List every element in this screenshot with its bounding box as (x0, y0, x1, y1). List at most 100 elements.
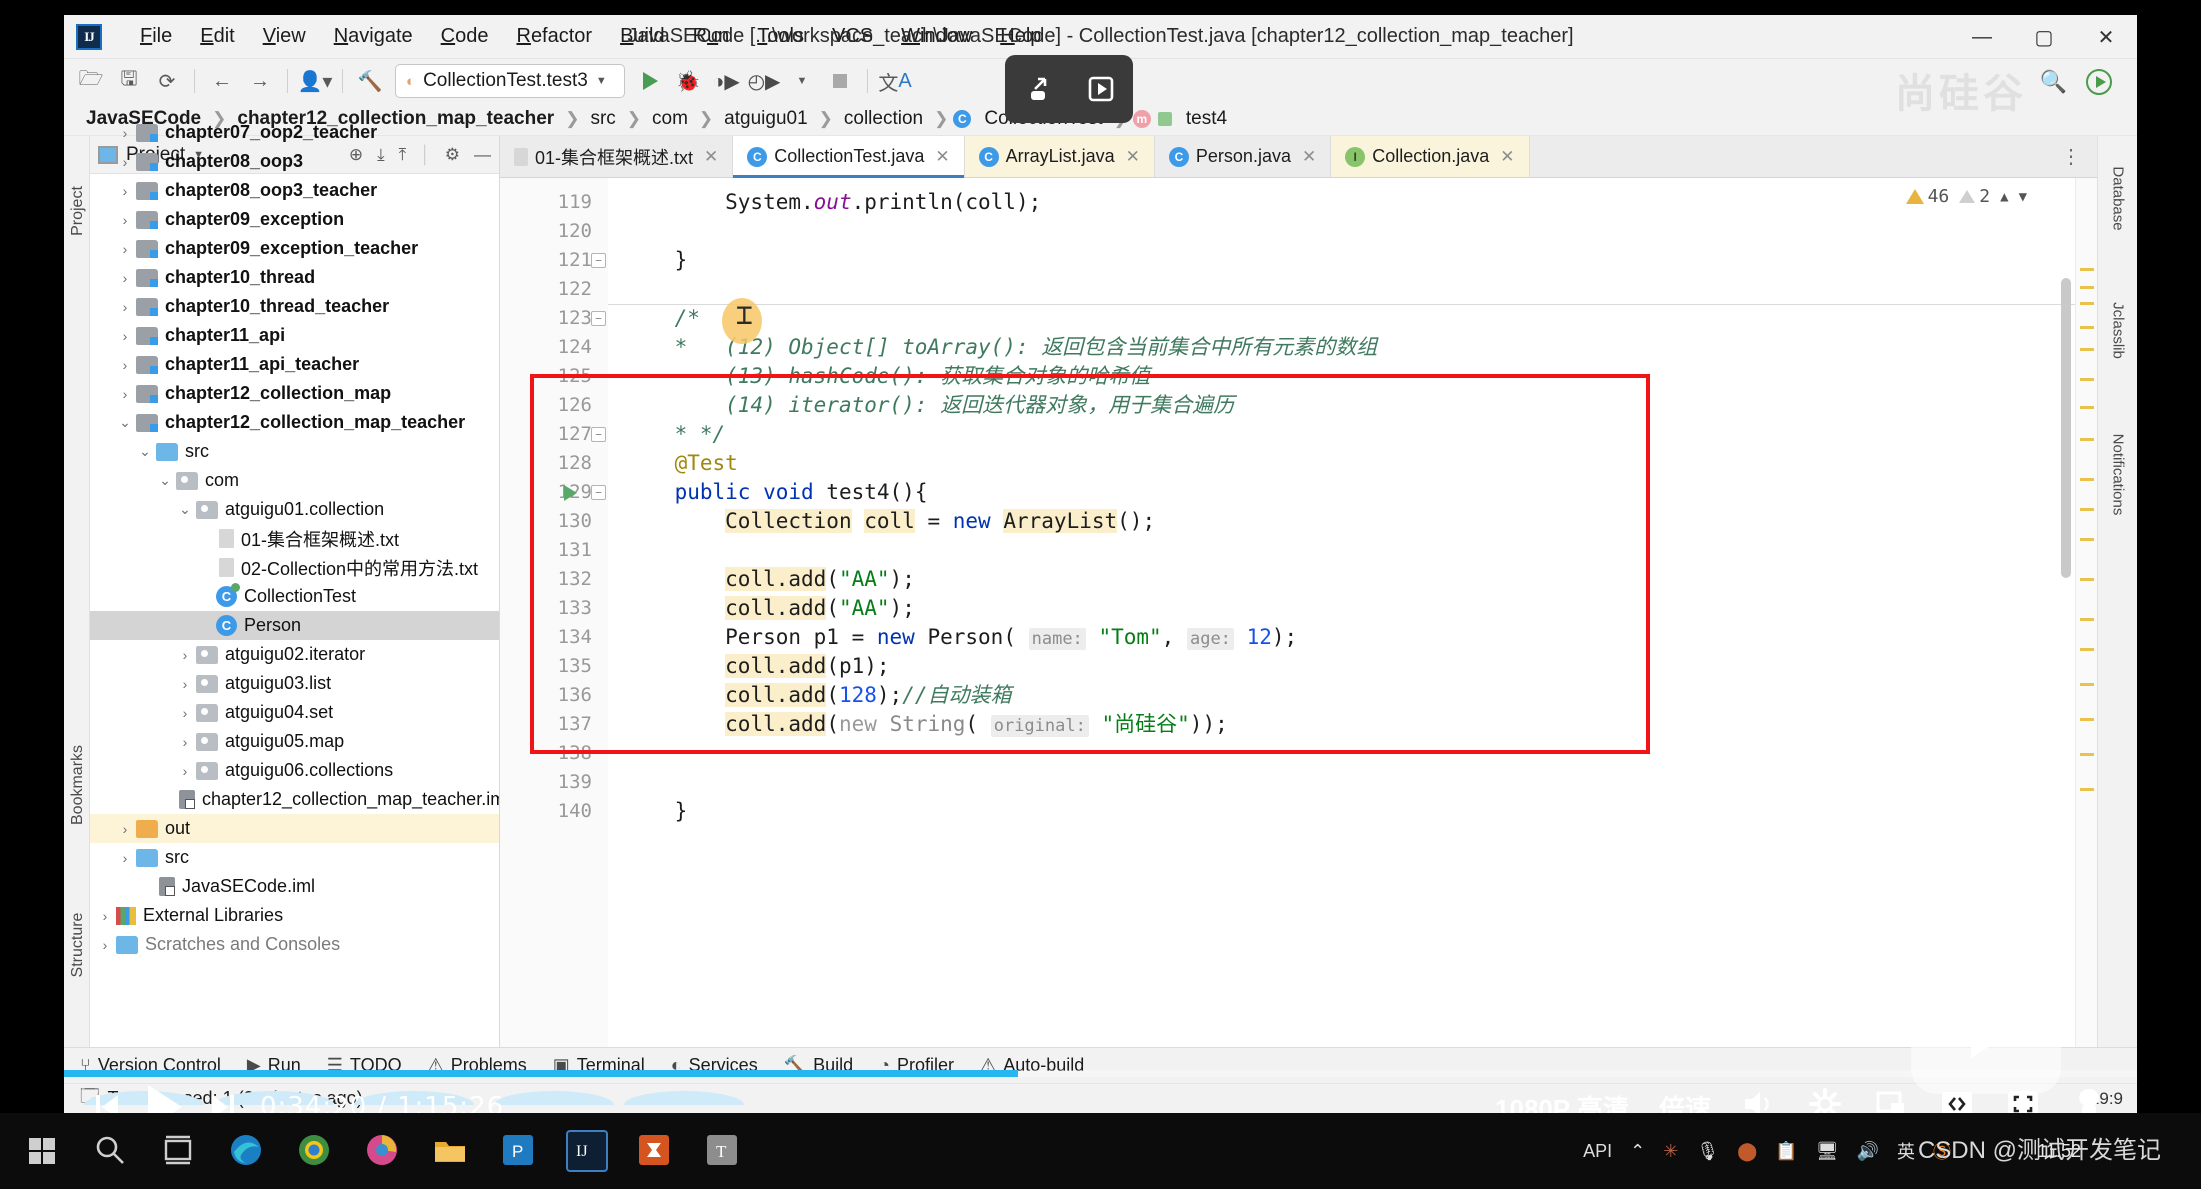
warning-count[interactable]: 46 (1905, 186, 1949, 207)
clipboard-icon[interactable]: 📋 (1775, 1141, 1797, 1162)
minimize-button[interactable]: — (1951, 15, 2013, 59)
chrome-icon[interactable] (294, 1130, 336, 1172)
close-icon[interactable]: ✕ (1126, 147, 1140, 167)
open-folder-icon[interactable]: 🗁 (72, 64, 110, 98)
menu-view[interactable]: View (249, 21, 320, 52)
menu-file[interactable]: File (126, 21, 186, 52)
chrome-canary-icon[interactable] (362, 1130, 404, 1172)
user-profile-icon[interactable]: 👤▾ (296, 64, 334, 98)
editor-code-column[interactable]: System.out.println(coll); } /* * (12) Ob… (608, 178, 2097, 1047)
tree-node[interactable]: ·C Person (90, 611, 499, 640)
code-line[interactable] (608, 739, 2097, 768)
tree-node[interactable]: › External Libraries (90, 901, 499, 930)
chevron-right-icon[interactable]: › (174, 647, 196, 663)
sync-icon[interactable]: ⟳ (148, 64, 186, 98)
close-icon[interactable]: ✕ (704, 147, 718, 167)
menu-run[interactable]: Run (679, 21, 744, 52)
chevron-right-icon[interactable]: › (114, 299, 136, 315)
code-line[interactable] (608, 217, 2097, 246)
editor-tab[interactable]: C ArrayList.java ✕ (964, 136, 1155, 177)
tree-node[interactable]: ⌄ atguigu01.collection (90, 495, 499, 524)
code-line[interactable]: coll.add("AA"); (608, 565, 2097, 594)
tree-node[interactable]: ⌄ src (90, 437, 499, 466)
code-line[interactable]: coll.add("AA"); (608, 594, 2097, 623)
code-line[interactable]: } (608, 797, 2097, 826)
tree-node[interactable]: › chapter11_api_teacher (90, 350, 499, 379)
tree-node[interactable]: · 01-集合框架概述.txt (90, 524, 499, 553)
editor-tab[interactable]: 01-集合框架概述.txt ✕ (500, 136, 734, 177)
code-line[interactable]: @Test (608, 449, 2097, 478)
tree-node[interactable]: › chapter09_exception_teacher (90, 234, 499, 263)
task-view-icon[interactable] (158, 1130, 200, 1172)
profile-icon[interactable]: ◴▶ (745, 64, 783, 98)
editor-tab[interactable]: I Collection.java ✕ (1331, 136, 1530, 177)
code-line[interactable]: (14) iterator(): 返回迭代器对象，用于集合遍历 (608, 391, 2097, 420)
rail-label-database[interactable]: Database (2110, 157, 2127, 241)
chevron-right-icon[interactable]: › (174, 734, 196, 750)
typora-icon[interactable]: T (702, 1130, 744, 1172)
run-configuration-selector[interactable]: ◐ CollectionTest.test3 ▼ (395, 64, 625, 98)
code-line[interactable]: coll.add(p1); (608, 652, 2097, 681)
tree-node[interactable]: › chapter08_oop3_teacher (90, 176, 499, 205)
code-line[interactable] (608, 768, 2097, 797)
tree-node[interactable]: › Scratches and Consoles (90, 930, 499, 959)
code-line[interactable]: /* (608, 304, 2097, 333)
tree-node[interactable]: › chapter09_exception (90, 205, 499, 234)
code-fold-icon[interactable]: − (591, 427, 606, 442)
inspection-widget[interactable]: 46 2 ▲ ▼ (1905, 186, 2027, 207)
pycharm-icon[interactable]: P (498, 1130, 540, 1172)
ime-label[interactable]: 英 (1897, 1138, 1915, 1164)
menu-window[interactable]: Window (887, 21, 986, 52)
search-icon[interactable]: 🔍 (2040, 69, 2067, 95)
tree-node[interactable]: › chapter12_collection_map (90, 379, 499, 408)
chevron-right-icon[interactable]: › (174, 676, 196, 692)
chevron-right-icon[interactable]: › (114, 125, 136, 141)
stop-icon[interactable] (821, 64, 859, 98)
editor-tab[interactable]: C Person.java ✕ (1155, 136, 1332, 177)
save-icon[interactable]: 🖫 (110, 64, 148, 98)
run-icon[interactable] (631, 64, 669, 98)
tree-node[interactable]: › chapter07_oop2_teacher (90, 118, 499, 147)
breadcrumb-item-collection[interactable]: collection (838, 106, 929, 132)
tree-node[interactable]: › chapter11_api (90, 321, 499, 350)
code-line[interactable]: public void test4(){ (608, 478, 2097, 507)
windows-start-icon[interactable] (22, 1130, 64, 1172)
chevron-right-icon[interactable]: › (94, 937, 116, 953)
rail-label-project[interactable]: Project (69, 171, 87, 251)
code-editor[interactable]: 46 2 ▲ ▼ 119 120 121−122 123−124 125 126 127−1… (500, 178, 2097, 1047)
chevron-right-icon[interactable]: › (174, 705, 196, 721)
code-line[interactable]: Person p1 = new Person( name: "Tom", age… (608, 623, 2097, 652)
tray-app-icon-2[interactable]: ⬤ (1737, 1141, 1757, 1162)
chevron-up-icon[interactable]: ⌃ (1630, 1141, 1645, 1162)
tree-node[interactable]: · JavaSECode.iml (90, 872, 499, 901)
code-line[interactable]: } (608, 246, 2097, 275)
tree-node[interactable]: › chapter10_thread (90, 263, 499, 292)
speaker-icon[interactable]: 🔊 (1857, 1141, 1879, 1162)
tree-node[interactable]: › atguigu03.list (90, 669, 499, 698)
code-line[interactable] (608, 275, 2097, 304)
chevron-right-icon[interactable]: › (114, 328, 136, 344)
debug-bug-icon[interactable]: 🐞 (669, 64, 707, 98)
screen-record-icon[interactable] (1081, 69, 1121, 109)
chevron-down-icon[interactable]: ⌄ (174, 501, 196, 518)
tree-node[interactable]: › atguigu06.collections (90, 756, 499, 785)
close-icon[interactable]: ✕ (1500, 147, 1514, 167)
chevron-right-icon[interactable]: › (114, 357, 136, 373)
menu-edit[interactable]: Edit (186, 21, 248, 52)
tree-node[interactable]: › chapter08_oop3 (90, 147, 499, 176)
breadcrumb-item-atguigu01[interactable]: atguigu01 (718, 106, 813, 132)
code-line[interactable]: (13) hashCode(): 获取集合对象的哈希值 (608, 362, 2097, 391)
chevron-right-icon[interactable]: › (114, 154, 136, 170)
chevron-right-icon[interactable]: › (114, 183, 136, 199)
tree-node[interactable]: › atguigu04.set (90, 698, 499, 727)
breadcrumb-item-method[interactable]: test4 (1180, 106, 1233, 132)
chevron-down-icon[interactable]: ▼ (596, 75, 607, 87)
chevron-right-icon[interactable]: › (114, 212, 136, 228)
menu-build[interactable]: Build (606, 21, 678, 52)
menu-vcs[interactable]: VCS (818, 21, 887, 52)
file-explorer-icon[interactable] (430, 1130, 472, 1172)
code-line[interactable]: * */ (608, 420, 2097, 449)
microphone-icon[interactable]: 🎙 (1696, 1141, 1719, 1162)
close-icon[interactable]: ✕ (935, 147, 949, 167)
close-icon[interactable]: ✕ (1302, 147, 1316, 167)
